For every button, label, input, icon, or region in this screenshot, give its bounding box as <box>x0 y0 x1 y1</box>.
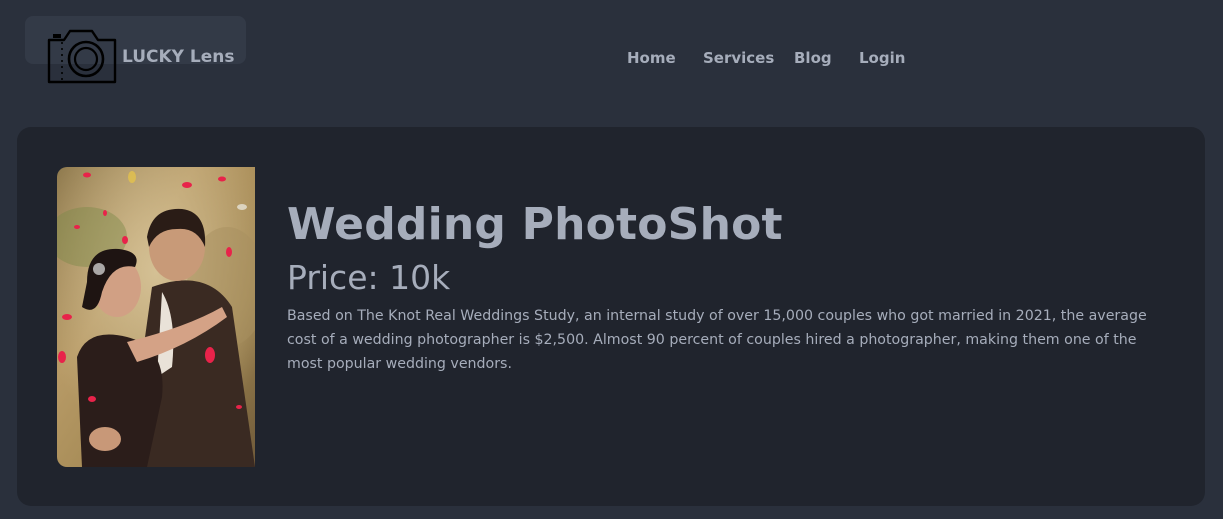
service-description: Based on The Knot Real Weddings Study, a… <box>287 308 1147 372</box>
nav-menu: Home Services Blog Login <box>0 49 1223 71</box>
service-title: Wedding PhotoShot <box>287 199 783 250</box>
nav-item-services[interactable]: Services <box>703 49 774 67</box>
nav-item-blog[interactable]: Blog <box>794 49 832 67</box>
nav-item-home[interactable]: Home <box>627 49 676 67</box>
wedding-photo <box>57 167 255 467</box>
nav-item-login[interactable]: Login <box>859 49 905 67</box>
service-price: Price: 10k <box>287 258 451 297</box>
navbar: LUCKY Lens Home Services Blog Login <box>0 0 1223 118</box>
service-card: Wedding PhotoShot Price: 10k Based on Th… <box>17 127 1205 506</box>
